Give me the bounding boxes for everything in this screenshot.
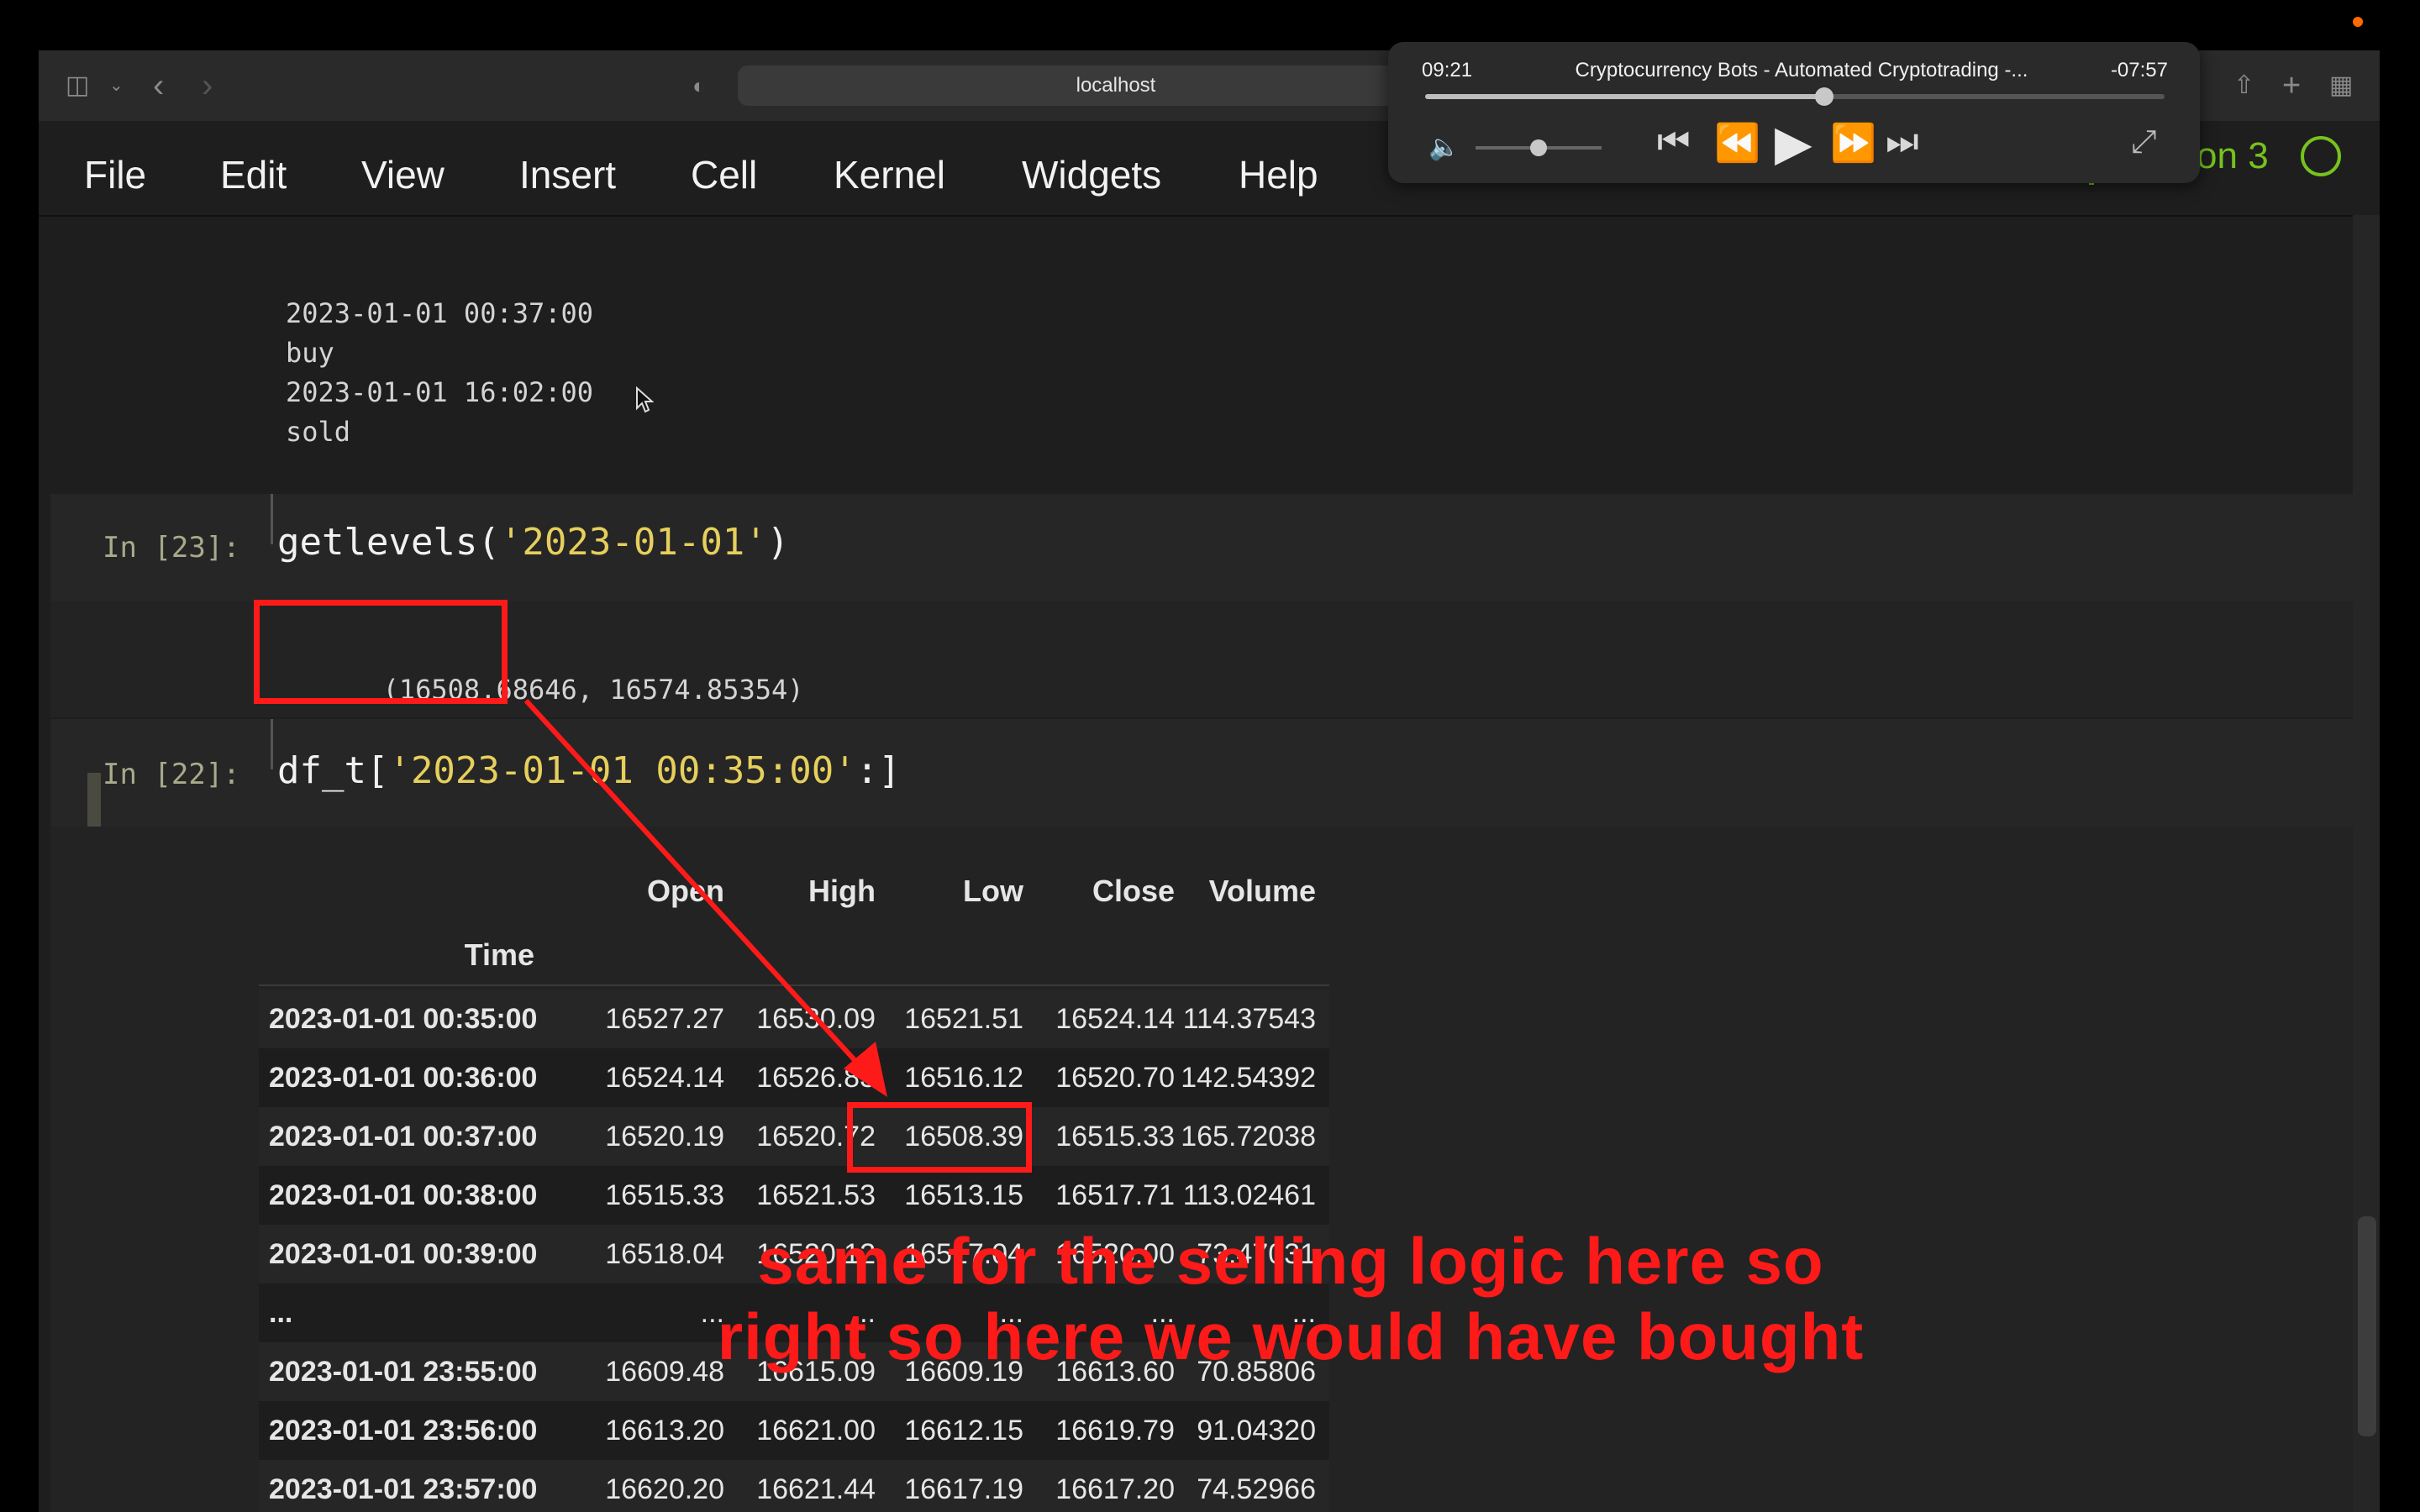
volume-icon[interactable]: 🔈 (1428, 133, 1460, 162)
volume-slider-track[interactable] (1476, 139, 1602, 156)
skip-forward-icon[interactable]: ⏭ (1886, 121, 1919, 163)
rewind-icon[interactable]: ⏪ (1714, 121, 1760, 165)
player-progress-knob[interactable] (1815, 87, 1834, 106)
play-icon[interactable]: ▶ (1775, 114, 1812, 171)
player-progress-fill (1425, 94, 1825, 99)
player-progress-track[interactable] (1425, 87, 2165, 106)
browser-window: ◫ ⌄ ‹ › ◐ localhost ⇧ + ▦ File Edit View… (39, 50, 2380, 1512)
notebook-scrollbar-thumb[interactable] (2358, 1216, 2376, 1436)
video-player-overlay: 09:21 Cryptocurrency Bots - Automated Cr… (1388, 42, 2200, 183)
volume-slider-knob[interactable] (1530, 139, 1547, 156)
exit-pip-icon[interactable]: ⤢ (2131, 124, 2156, 160)
player-elapsed-time: 09:21 (1422, 59, 1473, 81)
annotation-text-line-2: right so here we would have bought (717, 1299, 1865, 1373)
player-video-title: Cryptocurrency Bots - Automated Cryptotr… (1575, 59, 2028, 81)
fast-forward-icon[interactable]: ⏩ (1830, 121, 1876, 165)
skip-back-icon[interactable]: ⏮ (1657, 121, 1691, 163)
player-remaining-time: -07:57 (2110, 59, 2168, 81)
recording-indicator-dot (2353, 17, 2363, 27)
annotation-text-line-1: same for the selling logic here so (757, 1224, 1824, 1298)
